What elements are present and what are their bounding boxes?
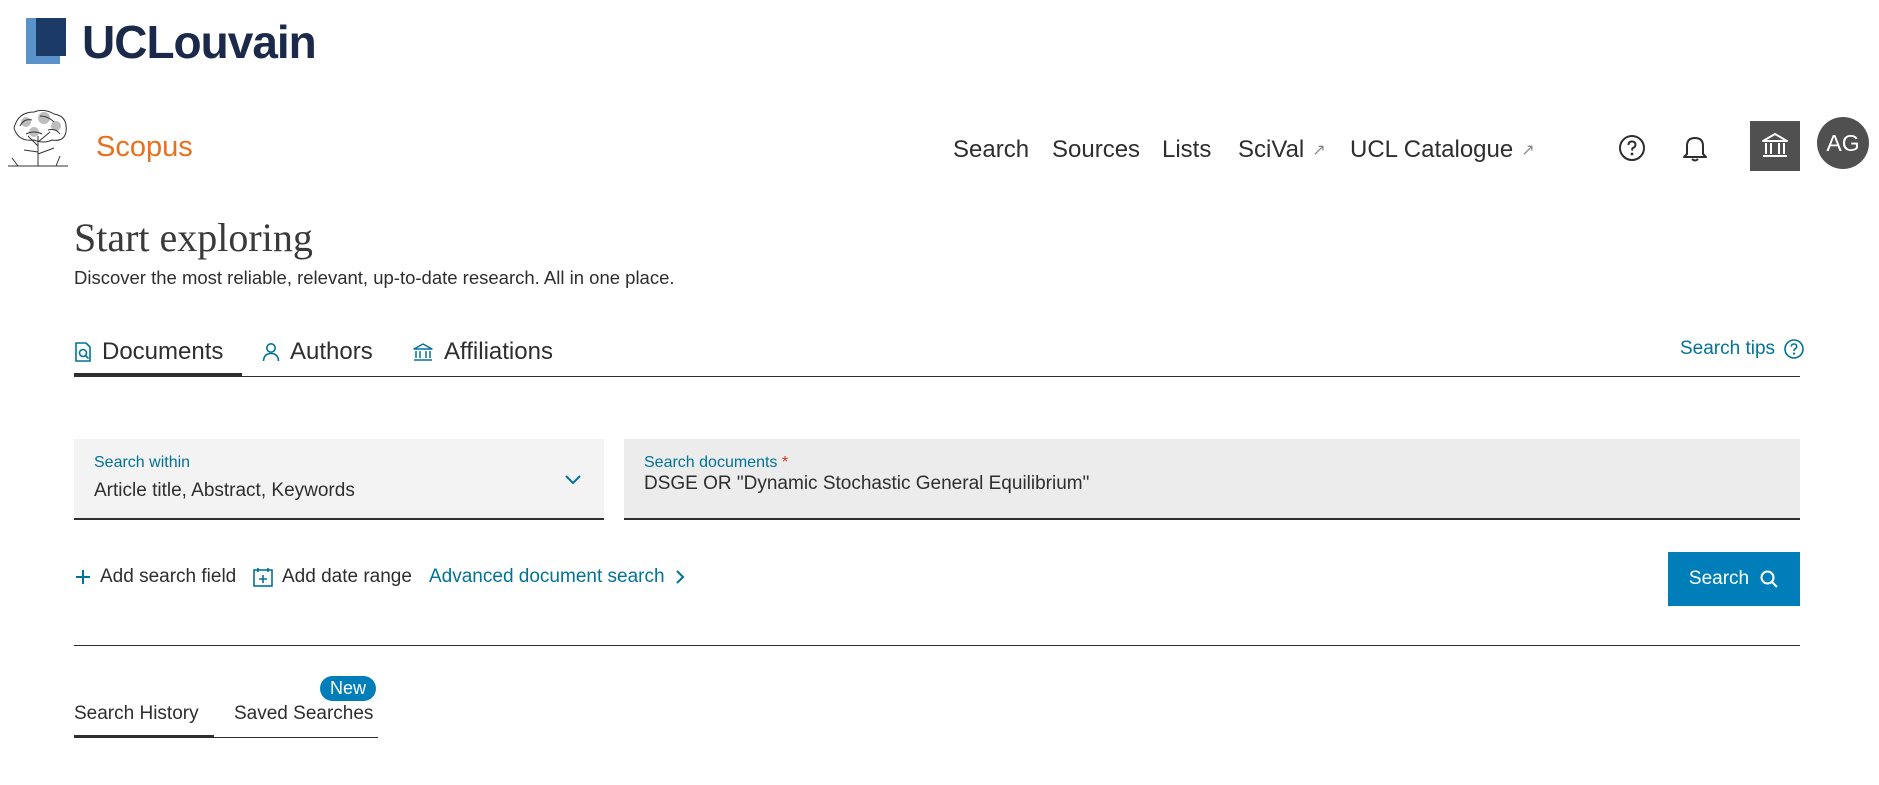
tab-documents-label: Documents xyxy=(102,338,224,365)
external-link-icon: ↗ xyxy=(1312,142,1326,159)
external-link-icon: ↗ xyxy=(1521,142,1535,159)
chevron-down-icon xyxy=(565,475,581,485)
nav-search-label: Search xyxy=(953,136,1030,163)
nav-scival-label: SciVal xyxy=(1238,136,1305,163)
search-documents-label: Search documents * xyxy=(644,454,789,471)
search-button-label: Search xyxy=(1688,568,1750,589)
institution-icon xyxy=(1762,133,1788,157)
tab-documents[interactable]: Documents xyxy=(74,338,223,366)
search-tips-label: Search tips xyxy=(1680,338,1776,359)
page-title: Start exploring xyxy=(74,215,313,260)
nav-search[interactable]: Search xyxy=(953,136,1029,164)
tab-authors-label: Authors xyxy=(290,338,373,365)
help-circle-icon xyxy=(1784,339,1804,359)
add-search-field-label: Add search field xyxy=(100,566,237,587)
search-within-select[interactable]: Search within Article title, Abstract, K… xyxy=(74,439,604,520)
person-icon xyxy=(262,343,280,362)
uclouvain-logo: UCLouvain xyxy=(26,16,317,68)
search-documents-input[interactable] xyxy=(644,473,1744,495)
new-badge: New xyxy=(320,676,377,701)
search-within-label: Search within xyxy=(94,454,191,471)
scopus-brand[interactable]: Scopus xyxy=(96,131,193,164)
nav-sources-label: Sources xyxy=(1052,136,1141,163)
tab-affiliations[interactable]: Affiliations xyxy=(412,338,553,366)
nav-scival[interactable]: SciVal ↗ xyxy=(1238,136,1326,164)
nav-ucl-catalogue-label: UCL Catalogue xyxy=(1350,136,1514,163)
nav-lists-label: Lists xyxy=(1162,136,1212,163)
nav-sources[interactable]: Sources xyxy=(1052,136,1140,164)
advanced-document-search-link[interactable]: Advanced document search xyxy=(429,566,687,588)
tab-authors[interactable]: Authors xyxy=(262,338,373,366)
add-date-range-label: Add date range xyxy=(282,566,412,587)
search-button[interactable]: Search xyxy=(1668,552,1800,606)
tabs-underline xyxy=(74,376,1800,377)
nav-ucl-catalogue[interactable]: UCL Catalogue ↗ xyxy=(1350,136,1535,164)
help-icon[interactable] xyxy=(1614,130,1650,166)
institution-name: UCLouvain xyxy=(82,16,317,68)
calendar-plus-icon xyxy=(253,568,273,587)
add-search-field-button[interactable]: Add search field xyxy=(74,566,236,588)
history-tab-active-indicator xyxy=(74,735,214,738)
add-date-range-button[interactable]: Add date range xyxy=(252,566,412,588)
required-marker: * xyxy=(781,454,789,471)
chevron-right-icon xyxy=(675,570,684,584)
user-avatar[interactable]: AG xyxy=(1817,117,1869,169)
advanced-document-search-label: Advanced document search xyxy=(429,566,665,587)
document-search-icon xyxy=(75,342,91,362)
page-subtitle: Discover the most reliable, relevant, up… xyxy=(74,267,675,288)
building-icon xyxy=(413,343,433,361)
nav-lists[interactable]: Lists xyxy=(1162,136,1211,164)
uclouvain-mark-icon xyxy=(26,16,78,68)
bell-icon[interactable] xyxy=(1677,130,1713,166)
search-within-value: Article title, Abstract, Keywords xyxy=(94,480,355,501)
tab-search-history[interactable]: Search History xyxy=(74,703,199,725)
search-documents-field[interactable]: Search documents * xyxy=(624,439,1800,520)
tab-saved-searches[interactable]: Saved Searches xyxy=(234,703,373,725)
plus-icon xyxy=(76,570,90,584)
tab-active-indicator xyxy=(74,373,242,377)
section-divider xyxy=(74,645,1800,646)
institution-button[interactable] xyxy=(1750,121,1800,171)
elsevier-tree-logo-icon[interactable] xyxy=(4,106,72,168)
search-icon xyxy=(1760,570,1778,588)
tab-affiliations-label: Affiliations xyxy=(444,338,553,365)
search-tips-link[interactable]: Search tips xyxy=(1680,338,1805,360)
